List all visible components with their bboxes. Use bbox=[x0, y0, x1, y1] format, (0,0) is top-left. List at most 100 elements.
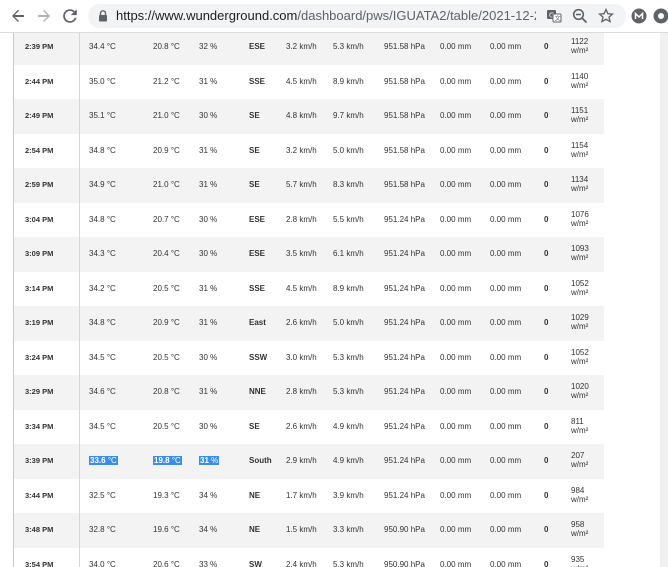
cell-unit: km/h bbox=[299, 490, 317, 500]
dew-point-cell: 20.9 °C bbox=[153, 134, 180, 169]
wind-direction-cell: SE bbox=[249, 168, 260, 203]
wind-direction-cell: NE bbox=[249, 513, 260, 548]
cell-value: NE bbox=[249, 490, 261, 500]
cell-value: 0.00 bbox=[440, 180, 456, 189]
cell-unit: °C bbox=[107, 456, 117, 465]
wind-gust-cell: 8.9 km/h bbox=[333, 272, 364, 307]
cell-value: 951.58 bbox=[384, 42, 409, 51]
precip-accum-cell: 0.00 mm bbox=[490, 272, 521, 307]
cell-value: 0.00 bbox=[490, 387, 506, 396]
wind-gust-cell: 9.7 km/h bbox=[333, 99, 364, 134]
cell-value: 5.0 bbox=[333, 145, 345, 155]
cell-unit: °C bbox=[106, 111, 116, 120]
cell-unit: hPa bbox=[410, 76, 425, 86]
cell-unit: % bbox=[210, 76, 218, 86]
cell-value: 951.24 bbox=[384, 490, 409, 500]
wind-speed-cell: 3.0 km/h bbox=[286, 341, 317, 376]
cell-unit: mm bbox=[507, 559, 522, 567]
cell-value: 33 bbox=[199, 559, 208, 567]
wind-speed-cell: 3.2 km/h bbox=[286, 134, 317, 169]
dew-point-cell: 21.0 °C bbox=[153, 99, 180, 134]
cell-value: 31 bbox=[199, 283, 208, 293]
reload-icon bbox=[62, 8, 78, 24]
back-button[interactable] bbox=[6, 4, 30, 28]
cell-value: 1029 bbox=[571, 313, 589, 322]
wind-gust-cell: 5.3 km/h bbox=[333, 341, 364, 376]
solar-radiation-cell: 1122 w/m² bbox=[571, 37, 588, 55]
cell-unit: °C bbox=[106, 387, 116, 396]
column-divider bbox=[79, 478, 80, 513]
precip-accum-cell: 0.00 mm bbox=[490, 513, 521, 548]
humidity-cell: 30 % bbox=[199, 203, 217, 238]
cell-unit: km/h bbox=[346, 318, 364, 327]
cell-value: 20.9 bbox=[153, 318, 169, 327]
cell-value: 21.0 bbox=[153, 180, 169, 189]
cell-unit: mm bbox=[457, 352, 472, 362]
dew-point-cell: 20.5 °C bbox=[153, 272, 180, 307]
cell-unit: °C bbox=[170, 421, 180, 431]
cell-value: 811 bbox=[571, 416, 584, 426]
reload-button[interactable] bbox=[58, 4, 82, 28]
wind-direction-cell: ESE bbox=[249, 237, 265, 272]
extension-icon[interactable] bbox=[630, 7, 648, 25]
precip-accum-cell: 0.00 mm bbox=[490, 479, 521, 514]
star-icon[interactable] bbox=[597, 7, 615, 24]
translate-icon[interactable]: G文 bbox=[546, 8, 562, 24]
humidity-cell: 33 % bbox=[199, 548, 217, 567]
cell-unit: % bbox=[210, 283, 218, 293]
cell-value: 31 bbox=[200, 456, 209, 465]
uv-cell: 0 bbox=[544, 410, 548, 445]
uv-cell: 0 bbox=[544, 237, 548, 272]
cell-value: 4.5 bbox=[286, 76, 298, 86]
cell-value: 0.00 bbox=[440, 249, 456, 258]
cell-unit: °C bbox=[171, 456, 181, 465]
cell-value: 34.5 bbox=[89, 421, 105, 431]
page-scrollbar[interactable] bbox=[660, 33, 668, 567]
cell-unit: mm bbox=[457, 387, 472, 396]
address-bar[interactable]: https://www.wunderground.com/dashboard/p… bbox=[88, 4, 626, 28]
cell-value: 0 bbox=[544, 283, 549, 293]
zoom-out-icon[interactable] bbox=[572, 8, 588, 24]
forward-button[interactable] bbox=[32, 4, 56, 28]
uv-cell: 0 bbox=[544, 479, 548, 514]
cell-unit: mm bbox=[507, 180, 522, 189]
cell-value: 0 bbox=[544, 559, 549, 567]
cell-value: SE bbox=[249, 180, 260, 189]
cell-value: 0 bbox=[544, 249, 549, 258]
precip-rate-cell: 0.00 mm bbox=[440, 513, 471, 548]
cell-value: 20.6 bbox=[153, 559, 169, 567]
cell-value: 20.8 bbox=[153, 387, 169, 396]
cell-value: 2.9 bbox=[286, 456, 298, 465]
menu-dots-icon[interactable] bbox=[652, 7, 668, 25]
uv-cell: 0 bbox=[544, 444, 548, 479]
cell-unit: % bbox=[210, 421, 218, 431]
cell-value: NNE bbox=[249, 387, 266, 396]
cell-value: 951.58 bbox=[384, 76, 409, 86]
cell-unit: km/h bbox=[299, 249, 317, 258]
cell-unit: hPa bbox=[410, 421, 425, 431]
time-cell: 2:49 PM bbox=[25, 111, 54, 120]
column-divider bbox=[79, 202, 80, 237]
cell-unit: mm bbox=[457, 76, 472, 86]
cell-unit: w/m² bbox=[571, 115, 589, 124]
cell-value: 1076 bbox=[571, 209, 589, 219]
cell-unit: hPa bbox=[410, 283, 425, 293]
precip-accum-cell: 0.00 mm bbox=[490, 237, 521, 272]
cell-value: 5.5 bbox=[333, 214, 345, 224]
temperature-cell: 34.3 °C bbox=[89, 237, 116, 272]
cell-unit: °C bbox=[170, 490, 180, 500]
cell-unit: °C bbox=[170, 111, 180, 120]
cell-unit: w/m² bbox=[571, 529, 589, 538]
uv-cell: 0 bbox=[544, 548, 548, 567]
cell-value: 2.4 bbox=[286, 559, 298, 567]
cell-value: 5.7 bbox=[286, 180, 298, 189]
cell-unit: % bbox=[210, 559, 218, 567]
precip-accum-cell: 0.00 mm bbox=[490, 168, 521, 203]
humidity-cell: 30 % bbox=[199, 410, 217, 445]
wind-gust-cell: 5.3 km/h bbox=[333, 548, 364, 567]
cell-unit: mm bbox=[507, 214, 522, 224]
cell-unit: hPa bbox=[410, 42, 425, 51]
wind-gust-cell: 5.5 km/h bbox=[333, 203, 364, 238]
wind-direction-cell: SSE bbox=[249, 272, 265, 307]
precip-accum-cell: 0.00 mm bbox=[490, 548, 521, 567]
